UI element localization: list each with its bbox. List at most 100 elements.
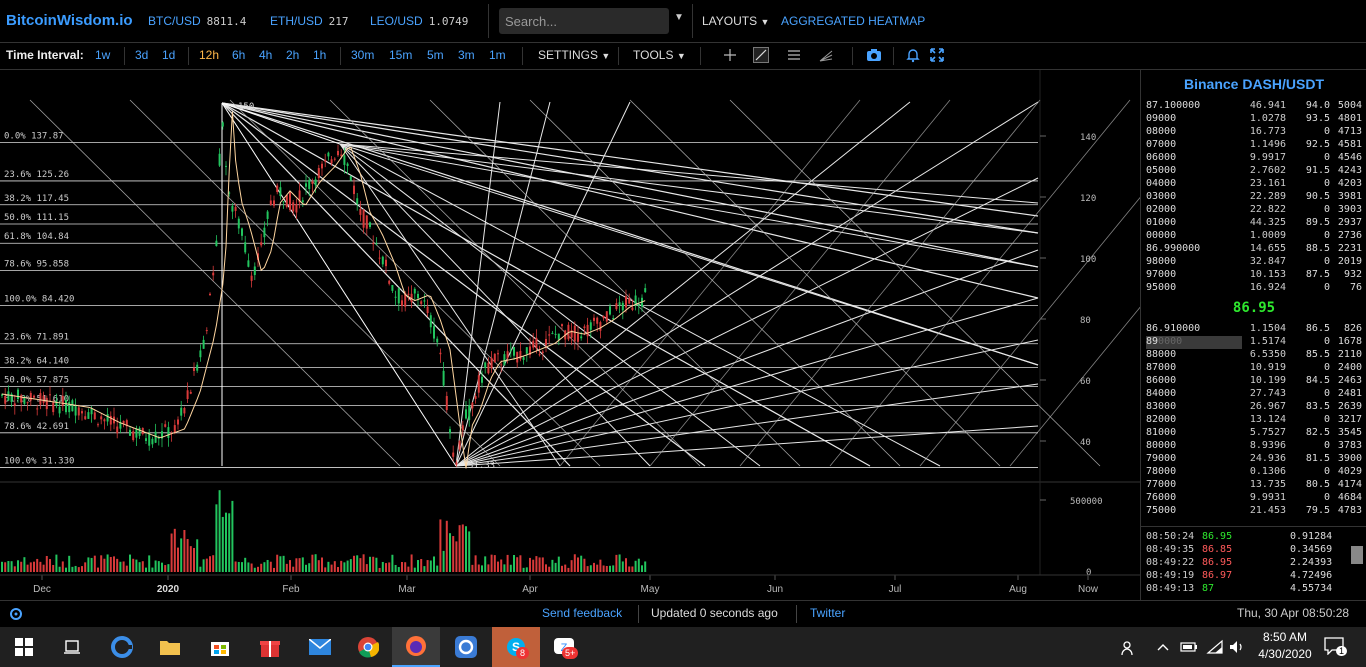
ticker-symbol: ETH/USD <box>270 14 323 28</box>
taskbar-store[interactable] <box>196 627 244 667</box>
volume-bar <box>129 554 131 572</box>
bid-row[interactable]: 00.082000 13.124 0 3217 <box>1146 414 1362 427</box>
volume-bar <box>474 555 477 572</box>
gear-icon[interactable] <box>8 606 24 622</box>
start-button[interactable] <box>0 627 48 667</box>
chevron-down-icon[interactable]: ▼ <box>674 12 684 23</box>
task-view-button[interactable] <box>48 627 96 667</box>
ask-row[interactable]: 00.005000 2.7602 91.5 4243 <box>1146 165 1362 178</box>
bid-row[interactable]: 00.087000 10.919 0 2400 <box>1146 362 1362 375</box>
candle <box>177 419 179 425</box>
interval-3d[interactable]: 3d <box>135 48 148 62</box>
camera-icon[interactable] <box>866 47 882 63</box>
ask-row[interactable]: 00.003000 22.289 90.5 3981 <box>1146 191 1362 204</box>
candle <box>33 395 35 398</box>
ask-row[interactable]: 00.004000 23.161 0 4203 <box>1146 178 1362 191</box>
tools-menu[interactable]: TOOLS ▼ <box>633 48 686 62</box>
taskbar-edge[interactable] <box>98 627 146 667</box>
ticker-leo[interactable]: LEO/USD 1.0749 <box>370 14 468 28</box>
settings-menu[interactable]: SETTINGS ▼ <box>538 48 610 62</box>
ticker-eth[interactable]: ETH/USD 217 <box>270 14 349 28</box>
ask-row[interactable]: 00.098000 32.847 0 2019 <box>1146 256 1362 269</box>
notification-center-button[interactable]: 1 <box>1324 637 1348 658</box>
candle <box>343 155 346 165</box>
bid-row[interactable]: 00.079000 24.936 81.5 3900 <box>1146 453 1362 466</box>
bell-icon[interactable] <box>905 47 921 63</box>
taskbar-clock[interactable]: 8:50 AM <box>1255 630 1315 644</box>
bid-row[interactable]: 00.081000 5.7527 82.5 3545 <box>1146 427 1362 440</box>
bid-row[interactable]: 00.088000 6.5350 85.5 2110 <box>1146 349 1362 362</box>
battery-icon[interactable] <box>1180 640 1198 654</box>
taskbar-zoom[interactable]: Z 5+ <box>540 627 588 667</box>
interval-2h[interactable]: 2h <box>286 48 299 62</box>
ask-row[interactable]: 87.100000 46.941 94.0 5004 <box>1146 100 1362 113</box>
interval-5m[interactable]: 5m <box>427 48 444 62</box>
bid-row[interactable]: 00.083000 26.967 83.5 2639 <box>1146 401 1362 414</box>
interval-30m[interactable]: 30m <box>351 48 374 62</box>
taskbar-firefox[interactable] <box>392 627 440 667</box>
bid-row[interactable]: 00.075000 21.453 79.5 4783 <box>1146 505 1362 518</box>
bid-row[interactable]: 86.910000 1.1504 86.5 826 <box>1146 323 1362 336</box>
fullscreen-icon[interactable] <box>929 47 945 63</box>
interval-15m[interactable]: 15m <box>389 48 412 62</box>
ask-row[interactable]: 00.006000 9.9917 0 4546 <box>1146 152 1362 165</box>
crosshair-icon[interactable] <box>722 47 738 63</box>
ask-row[interactable]: 86.990000 14.655 88.5 2231 <box>1146 243 1362 256</box>
chevron-up-icon[interactable] <box>1156 641 1170 653</box>
taskbar-file-explorer[interactable] <box>146 627 194 667</box>
site-logo[interactable]: BitcoinWisdom.io <box>6 12 133 29</box>
interval-1d[interactable]: 1d <box>162 48 175 62</box>
ask-row[interactable]: 00.002000 22.822 0 3903 <box>1146 204 1362 217</box>
fan-tool-icon[interactable] <box>818 47 834 63</box>
order-total: 4243 <box>1337 165 1362 176</box>
taskbar-gift-app[interactable] <box>246 627 294 667</box>
people-icon[interactable] <box>1120 639 1138 657</box>
taskbar-mail[interactable] <box>296 627 344 667</box>
bid-row[interactable]: 00.078000 0.1306 0 4029 <box>1146 466 1362 479</box>
wifi-icon[interactable] <box>1206 639 1224 655</box>
ask-row[interactable]: 00.000000 1.0009 0 2736 <box>1146 230 1362 243</box>
order-sum-price: 0 <box>1323 440 1330 451</box>
twitter-link[interactable]: Twitter <box>810 606 845 620</box>
aggregated-heatmap-link[interactable]: AGGREGATED HEATMAP <box>781 14 925 28</box>
interval-3m[interactable]: 3m <box>458 48 475 62</box>
interval-6h[interactable]: 6h <box>232 48 245 62</box>
bid-row[interactable]: 00.077000 13.735 80.5 4174 <box>1146 479 1362 492</box>
ticker-btc[interactable]: BTC/USD 8811.4 <box>148 14 246 28</box>
layouts-menu[interactable]: LAYOUTS ▼ <box>702 14 769 28</box>
interval-1m[interactable]: 1m <box>489 48 506 62</box>
taskbar-chrome[interactable] <box>344 627 392 667</box>
price-chart[interactable]: 0.0% 137.87 23.6% 125.26 38.2% 117.45 50.0%… <box>0 70 1311 600</box>
interval-12h[interactable]: 12h <box>199 48 219 62</box>
interval-1h[interactable]: 1h <box>313 48 326 62</box>
volume-icon[interactable] <box>1228 639 1246 655</box>
taskbar-skype[interactable]: S 8 <box>492 627 540 667</box>
bid-row[interactable]: 00.084000 27.743 0 2481 <box>1146 388 1362 401</box>
bid-row[interactable]: 00.086000 10.199 84.5 2463 <box>1146 375 1362 388</box>
trades-scrollbar[interactable] <box>1351 546 1363 564</box>
fan-line <box>339 143 1039 234</box>
bid-row[interactable]: 00.080000 8.9396 0 3783 <box>1146 440 1362 453</box>
bid-row[interactable]: 00.0890000 1.5174 0 1678 <box>1146 336 1362 349</box>
ask-row[interactable]: 00.007000 1.1496 92.5 4581 <box>1146 139 1362 152</box>
fib-level-label: 23.6% 125.26 <box>4 170 69 180</box>
send-feedback-link[interactable]: Send feedback <box>542 606 622 620</box>
bid-row[interactable]: 00.076000 9.9931 0 4684 <box>1146 492 1362 505</box>
ask-row[interactable]: 00.008000 16.773 0 4713 <box>1146 126 1362 139</box>
order-price: 00.076000 <box>1146 492 1177 503</box>
chart-canvas[interactable]: 0.0% 137.87 23.6% 125.26 38.2% 117.45 50.0%… <box>0 70 1311 600</box>
ask-row[interactable]: 00.095000 16.924 0 76 <box>1146 282 1362 295</box>
candle <box>247 260 250 267</box>
ask-row[interactable]: 00.009000 1.0278 93.5 4801 <box>1146 113 1362 126</box>
trendline-icon[interactable] <box>753 47 769 63</box>
candle <box>327 152 330 157</box>
ask-row[interactable]: 00.097000 10.153 87.5 932 <box>1146 269 1362 282</box>
search-input[interactable] <box>499 8 669 34</box>
volume-bar <box>525 567 528 572</box>
horizontal-lines-icon[interactable] <box>786 47 802 63</box>
taskbar-app-g[interactable] <box>442 627 490 667</box>
interval-1w[interactable]: 1w <box>95 48 110 62</box>
interval-4h[interactable]: 4h <box>259 48 272 62</box>
ask-row[interactable]: 00.001000 44.325 89.5 2937 <box>1146 217 1362 230</box>
taskbar-date[interactable]: 4/30/2020 <box>1250 647 1320 661</box>
